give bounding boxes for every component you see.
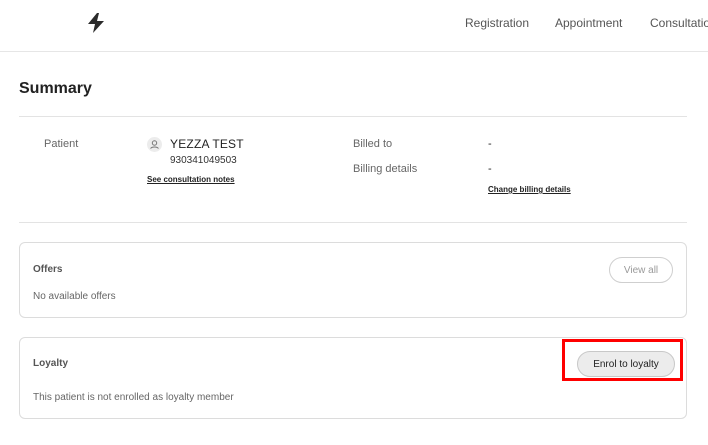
lightning-bolt-icon[interactable] bbox=[87, 13, 105, 33]
page-title: Summary bbox=[19, 80, 92, 97]
top-navigation-bar: Registration Appointment Consultation bbox=[0, 0, 708, 52]
patient-name: YEZZA TEST bbox=[170, 137, 244, 151]
offers-title: Offers bbox=[33, 264, 63, 275]
loyalty-title: Loyalty bbox=[33, 358, 69, 369]
loyalty-status-text: This patient is not enrolled as loyalty … bbox=[33, 392, 234, 403]
nav-item-appointment[interactable]: Appointment bbox=[555, 16, 622, 30]
nav-item-registration[interactable]: Registration bbox=[465, 16, 529, 30]
see-consultation-notes-link[interactable]: See consultation notes bbox=[147, 175, 235, 184]
nav-item-consultation[interactable]: Consultation bbox=[650, 16, 708, 30]
highlight-box bbox=[562, 339, 683, 381]
offers-empty-text: No available offers bbox=[33, 291, 116, 302]
patient-id: 930341049503 bbox=[170, 155, 237, 166]
change-billing-details-link[interactable]: Change billing details bbox=[488, 185, 571, 194]
billed-to-value: - bbox=[488, 138, 492, 150]
divider bbox=[19, 116, 687, 117]
billed-to-label: Billed to bbox=[353, 138, 393, 150]
avatar bbox=[147, 137, 162, 152]
divider bbox=[19, 222, 687, 223]
view-all-button[interactable]: View all bbox=[609, 257, 673, 283]
patient-label: Patient bbox=[44, 138, 79, 150]
billing-details-value: - bbox=[488, 163, 492, 175]
billing-details-label: Billing details bbox=[353, 163, 418, 175]
user-icon bbox=[150, 140, 159, 149]
offers-card: Offers View all No available offers bbox=[19, 242, 687, 318]
